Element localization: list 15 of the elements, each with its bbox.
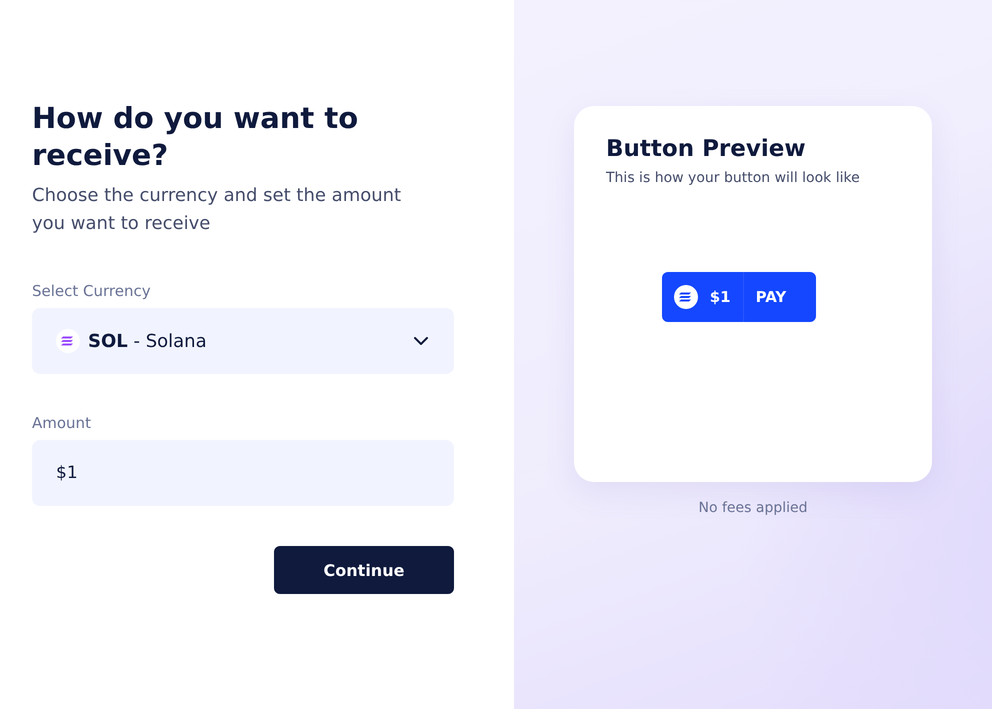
fees-note: No fees applied: [698, 500, 808, 516]
preview-title: Button Preview: [606, 136, 807, 162]
continue-button[interactable]: Continue: [274, 546, 454, 594]
select-value: SOL - Solana: [88, 330, 208, 352]
currency-select[interactable]: SOL - Solana: [32, 308, 454, 374]
amount-field[interactable]: $1: [32, 440, 454, 506]
coin-icon: [674, 285, 698, 309]
preview-subtitle: This is how your button will look like: [606, 170, 861, 186]
chevron-down-icon: [414, 337, 428, 345]
field-label: Select Currency: [32, 282, 151, 300]
pay-button[interactable]: $1 PAY: [662, 272, 816, 322]
form-subtitle: Choose the currency and set the amount you want to receive: [32, 184, 402, 236]
form-title: How do you want to receive?: [32, 100, 360, 174]
coin-icon: [56, 329, 80, 353]
field-label: Amount: [32, 414, 91, 432]
